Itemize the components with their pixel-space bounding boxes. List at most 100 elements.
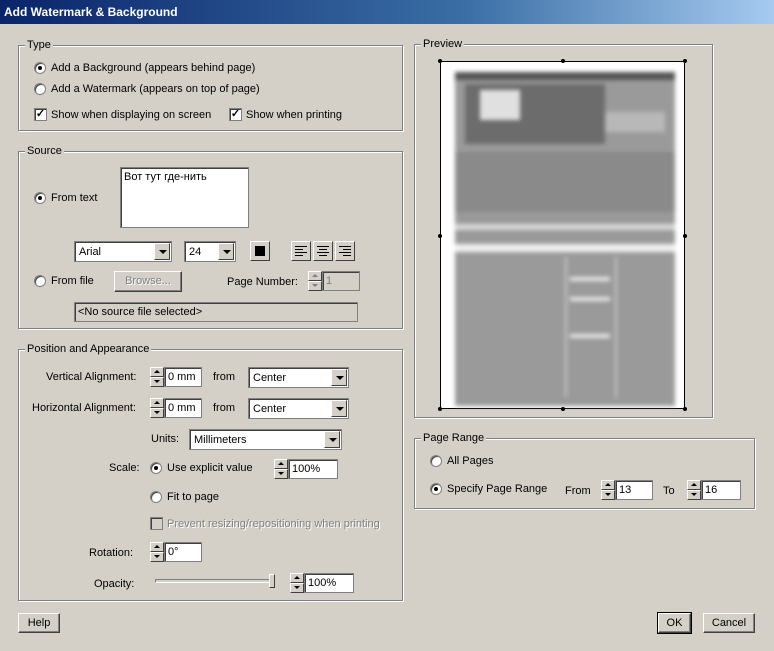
units-select[interactable]: Millimeters: [189, 429, 342, 450]
vertical-spinner[interactable]: [150, 367, 164, 387]
ok-button[interactable]: OK: [657, 612, 692, 634]
horizontal-up-icon[interactable]: [150, 398, 164, 408]
rotation-spinner[interactable]: [150, 542, 164, 562]
preview-handle-tm[interactable]: [561, 59, 565, 63]
browse-button[interactable]: Browse...: [114, 271, 182, 292]
all-pages-radio[interactable]: [430, 455, 442, 467]
add-watermark-radio[interactable]: [34, 83, 46, 95]
add-background-label[interactable]: Add a Background (appears behind page): [51, 61, 255, 75]
horizontal-down-icon[interactable]: [150, 408, 164, 418]
vertical-from-label: from: [213, 371, 235, 383]
vertical-from-dropdown-icon[interactable]: [331, 369, 347, 386]
range-from-input[interactable]: 13: [615, 480, 653, 500]
horizontal-from-select[interactable]: Center: [248, 398, 349, 419]
opacity-slider-track[interactable]: [155, 579, 275, 583]
range-from-down-icon[interactable]: [601, 490, 615, 500]
all-pages-label[interactable]: All Pages: [447, 454, 493, 468]
use-explicit-label[interactable]: Use explicit value: [167, 461, 253, 475]
rotation-label: Rotation:: [89, 547, 134, 559]
show-when-printing-checkbox[interactable]: ✓: [229, 108, 242, 121]
preview-handle-ml[interactable]: [438, 234, 442, 238]
text-color-button[interactable]: [250, 241, 270, 261]
units-dropdown-icon[interactable]: [324, 431, 340, 448]
scale-down-icon[interactable]: [274, 469, 288, 479]
source-group: Source From text Вот тут где-нить Arial …: [18, 144, 403, 329]
source-file-path: <No source file selected>: [74, 302, 358, 322]
prevent-resizing-label[interactable]: Prevent resizing/repositioning when prin…: [167, 517, 380, 531]
prevent-resizing-checkbox[interactable]: [150, 517, 163, 530]
fit-to-page-radio[interactable]: [150, 491, 162, 503]
vertical-alignment-input[interactable]: 0 mm: [164, 367, 202, 387]
cancel-button[interactable]: Cancel: [703, 613, 755, 633]
horizontal-alignment-input[interactable]: 0 mm: [164, 398, 202, 418]
preview-handle-tr[interactable]: [683, 59, 687, 63]
align-left-icon: [295, 246, 307, 258]
page-number-up-icon[interactable]: [308, 271, 322, 281]
from-text-label[interactable]: From text: [51, 191, 97, 205]
show-on-screen-label[interactable]: Show when displaying on screen: [51, 108, 211, 122]
range-to-down-icon[interactable]: [687, 490, 701, 500]
scale-label: Scale:: [109, 462, 140, 474]
align-left-button[interactable]: [291, 241, 311, 261]
range-to-spinner[interactable]: [687, 480, 701, 500]
preview-handle-bm[interactable]: [561, 407, 565, 411]
range-to-input[interactable]: 16: [701, 480, 741, 500]
specify-range-radio[interactable]: [430, 483, 442, 495]
vertical-up-icon[interactable]: [150, 367, 164, 377]
horizontal-alignment-label: Horizontal Alignment:: [32, 402, 136, 414]
align-center-button[interactable]: [313, 241, 333, 261]
horizontal-from-value: Center: [253, 403, 287, 415]
preview-handle-br[interactable]: [683, 407, 687, 411]
type-group-label: Type: [25, 38, 53, 52]
align-right-button[interactable]: [335, 241, 355, 261]
fit-to-page-label[interactable]: Fit to page: [167, 490, 219, 504]
from-text-radio[interactable]: [34, 192, 46, 204]
horizontal-from-dropdown-icon[interactable]: [331, 400, 347, 417]
rotation-up-icon[interactable]: [150, 542, 164, 552]
specify-range-label[interactable]: Specify Page Range: [447, 482, 547, 496]
page-number-spinner[interactable]: [308, 271, 322, 291]
font-size-dropdown-icon[interactable]: [218, 243, 234, 260]
preview-handle-bl[interactable]: [438, 407, 442, 411]
use-explicit-radio[interactable]: [150, 462, 162, 474]
preview-handle-mr[interactable]: [683, 234, 687, 238]
rotation-down-icon[interactable]: [150, 552, 164, 562]
position-group: Position and Appearance Vertical Alignme…: [18, 342, 403, 601]
opacity-down-icon[interactable]: [290, 583, 304, 593]
scale-spinner[interactable]: [274, 459, 288, 479]
add-background-radio[interactable]: [34, 62, 46, 74]
vertical-from-select[interactable]: Center: [248, 367, 349, 388]
add-watermark-label[interactable]: Add a Watermark (appears on top of page): [51, 82, 260, 96]
page-number-down-icon[interactable]: [308, 281, 322, 291]
font-select[interactable]: Arial: [74, 241, 172, 262]
units-label: Units:: [151, 433, 180, 445]
scale-up-icon[interactable]: [274, 459, 288, 469]
help-button[interactable]: Help: [18, 613, 60, 633]
show-on-screen-checkbox[interactable]: ✓: [34, 108, 47, 121]
opacity-label: Opacity:: [94, 578, 135, 590]
from-file-label[interactable]: From file: [51, 274, 94, 288]
rotation-input[interactable]: 0°: [164, 542, 202, 562]
opacity-slider-thumb[interactable]: [269, 574, 275, 588]
horizontal-spinner[interactable]: [150, 398, 164, 418]
align-right-icon: [339, 246, 351, 258]
from-file-radio[interactable]: [34, 275, 46, 287]
scale-input[interactable]: 100%: [288, 459, 338, 479]
opacity-up-icon[interactable]: [290, 573, 304, 583]
page-range-group: Page Range All Pages Specify Page Range …: [414, 431, 755, 509]
range-to-up-icon[interactable]: [687, 480, 701, 490]
font-dropdown-icon[interactable]: [154, 243, 170, 260]
preview-handle-tl[interactable]: [438, 59, 442, 63]
show-when-printing-label[interactable]: Show when printing: [246, 108, 342, 122]
opacity-spinner[interactable]: [290, 573, 304, 593]
range-from-spinner[interactable]: [601, 480, 615, 500]
horizontal-from-label: from: [213, 402, 235, 414]
watermark-text-input[interactable]: Вот тут где-нить: [120, 167, 249, 228]
range-from-up-icon[interactable]: [601, 480, 615, 490]
vertical-alignment-label: Vertical Alignment:: [46, 371, 137, 383]
font-value: Arial: [79, 246, 102, 258]
opacity-input[interactable]: 100%: [304, 573, 354, 593]
page-number-field[interactable]: 1: [322, 271, 360, 291]
vertical-down-icon[interactable]: [150, 377, 164, 387]
font-size-select[interactable]: 24: [184, 241, 236, 262]
